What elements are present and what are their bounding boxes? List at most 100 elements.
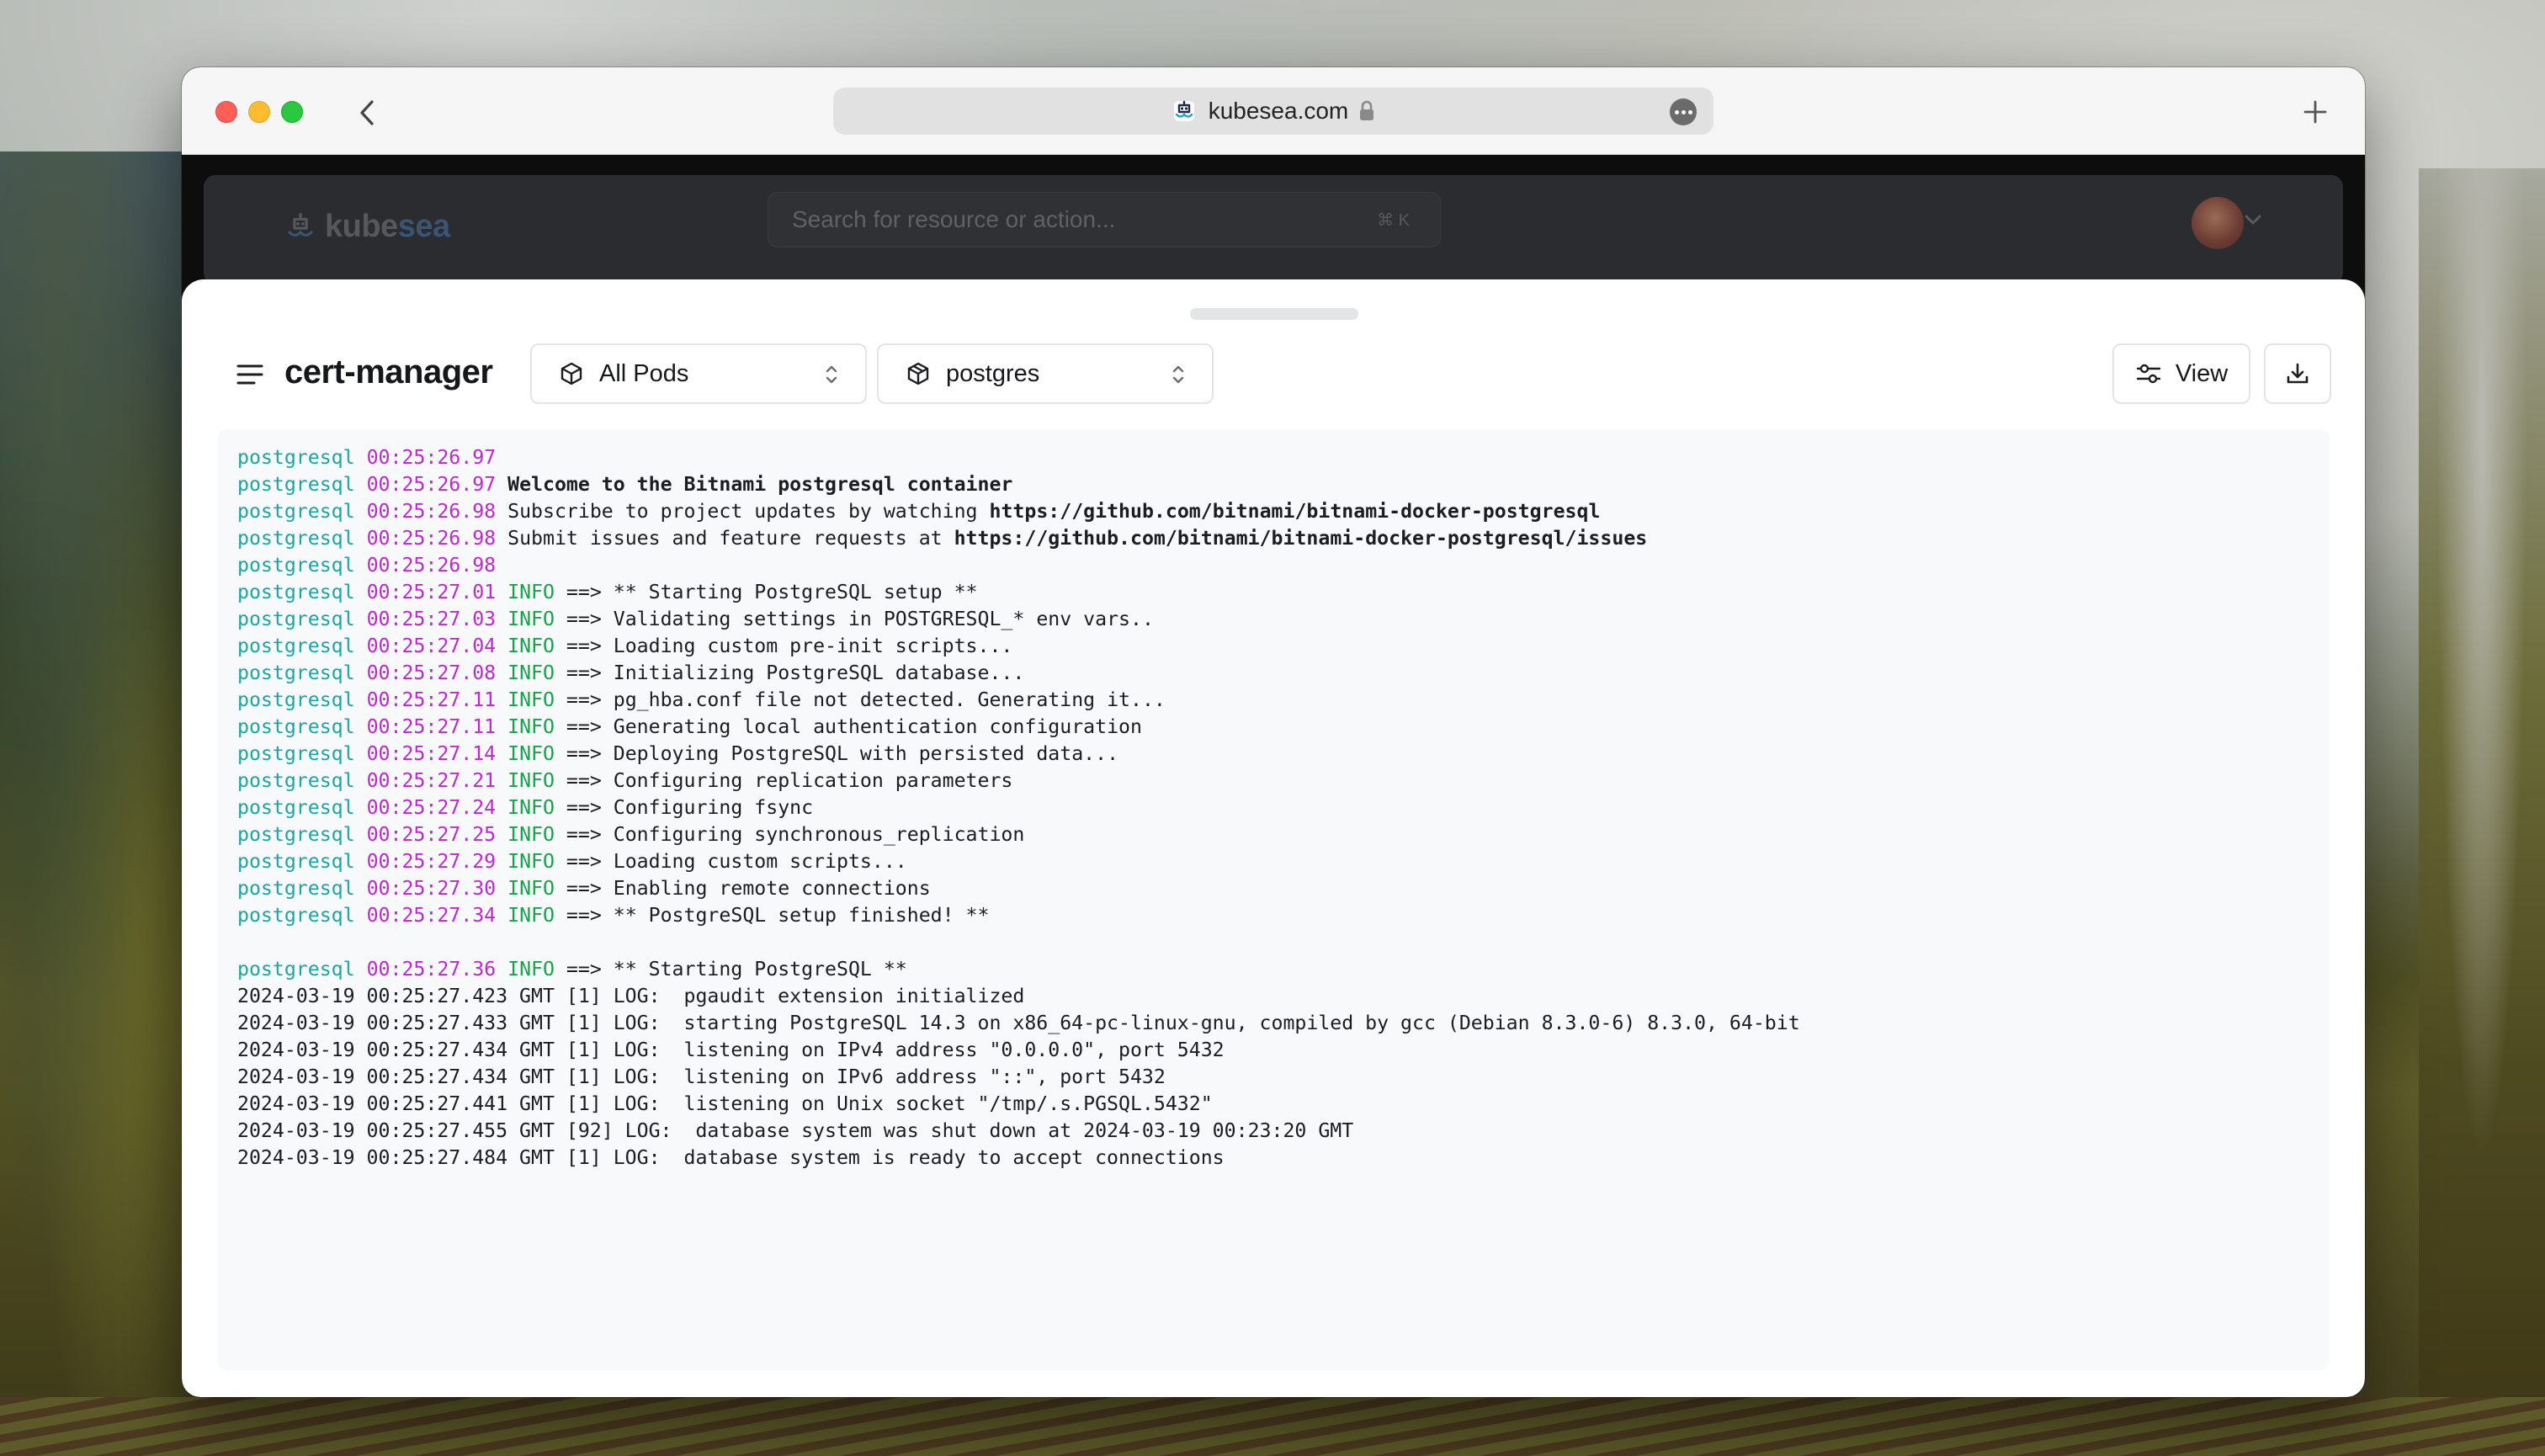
namespace-title: cert-manager (284, 353, 493, 391)
browser-window: kubesea.com kubesea Search for resource … (182, 67, 2365, 1397)
log-pod: postgresql (237, 877, 355, 900)
minimize-window-button[interactable] (248, 101, 270, 123)
log-line: postgresql 00:25:26.98 Subscribe to proj… (237, 498, 2330, 525)
log-timestamp: 00:25:27.24 (366, 796, 497, 819)
log-level: INFO (507, 662, 555, 684)
chevron-up-down-icon (826, 365, 837, 384)
log-level: INFO (507, 742, 555, 765)
brand-logo[interactable]: kubesea (284, 209, 450, 245)
log-timestamp: 00:25:27.11 (366, 715, 497, 738)
download-button[interactable] (2264, 343, 2331, 404)
log-line: postgresql 00:25:27.25 INFO ==> Configur… (237, 821, 2330, 848)
log-message: ==> pg_hba.conf file not detected. Gener… (554, 688, 1166, 711)
log-line: 2024-03-19 00:25:27.455 GMT [92] LOG: da… (237, 1118, 2330, 1145)
log-line: 2024-03-19 00:25:27.434 GMT [1] LOG: lis… (237, 1037, 2330, 1064)
log-level: INFO (507, 635, 555, 657)
log-pod: postgresql (237, 904, 355, 927)
log-raw: 2024-03-19 00:25:27.433 GMT [1] LOG: sta… (237, 1012, 1800, 1034)
view-button-label: View (2175, 359, 2229, 387)
chevron-down-icon[interactable] (2244, 214, 2262, 226)
kubesea-favicon-icon (1170, 97, 1198, 125)
log-link: https://github.com/bitnami/bitnami-docke… (989, 500, 1601, 523)
log-line: postgresql 00:25:27.34 INFO ==> ** Postg… (237, 902, 2330, 929)
log-pod: postgresql (237, 823, 355, 846)
log-line: 2024-03-19 00:25:27.484 GMT [1] LOG: dat… (237, 1145, 2330, 1172)
log-message: ==> Configuring fsync (554, 796, 814, 819)
log-output[interactable]: postgresql 00:25:26.97 postgresql 00:25:2… (217, 429, 2330, 1370)
brand-prefix: kube (325, 209, 398, 244)
chevron-up-down-icon (1172, 365, 1184, 384)
logs-toolbar: cert-manager All Pods postgres View (182, 343, 2365, 406)
log-line: 2024-03-19 00:25:27.423 GMT [1] LOG: pga… (237, 983, 2330, 1010)
log-message: ==> ** PostgreSQL setup finished! ** (554, 904, 990, 927)
log-timestamp: 00:25:27.04 (366, 635, 497, 657)
log-timestamp: 00:25:27.30 (366, 877, 497, 900)
log-pod: postgresql (237, 742, 355, 765)
log-message: ==> Configuring synchronous_replication (554, 823, 1025, 846)
kubesea-logo-icon (288, 212, 313, 236)
log-timestamp: 00:25:27.25 (366, 823, 497, 846)
log-level: INFO (507, 715, 555, 738)
menu-icon (236, 364, 263, 385)
brand-suffix: sea (397, 209, 450, 244)
log-pod: postgresql (237, 554, 355, 577)
log-level: INFO (507, 850, 555, 873)
sheet-grabber[interactable] (1190, 308, 1358, 320)
log-level: INFO (507, 823, 555, 846)
log-pod: postgresql (237, 500, 355, 523)
wallpaper-left (0, 151, 194, 1456)
cube-icon (561, 362, 582, 385)
log-line: postgresql 00:25:27.01 INFO ==> ** Start… (237, 579, 2330, 606)
back-button[interactable] (347, 93, 387, 133)
container-select[interactable]: postgres (877, 343, 1214, 404)
container-icon (907, 362, 929, 385)
log-line: postgresql 00:25:27.04 INFO ==> Loading … (237, 633, 2330, 660)
log-level: INFO (507, 769, 555, 792)
view-button[interactable]: View (2112, 343, 2250, 404)
log-line: postgresql 00:25:26.98 (237, 552, 2330, 579)
log-pod: postgresql (237, 608, 355, 630)
close-window-button[interactable] (215, 101, 237, 123)
pods-select[interactable]: All Pods (530, 343, 867, 404)
more-options-icon[interactable] (1670, 98, 1697, 125)
log-level: INFO (507, 958, 555, 980)
search-input[interactable]: Search for resource or action... ⌘ K (768, 192, 1441, 247)
log-message: ==> ** Starting PostgreSQL setup ** (554, 581, 978, 603)
log-timestamp: 00:25:27.21 (366, 769, 497, 792)
log-message: Welcome to the Bitnami postgresql contai… (507, 473, 1013, 496)
log-message: ==> Initializing PostgreSQL database... (554, 662, 1025, 684)
log-pod: postgresql (237, 958, 355, 980)
new-tab-button[interactable] (2296, 93, 2335, 131)
log-message: ==> Loading custom pre-init scripts... (554, 635, 1013, 657)
log-level: INFO (507, 904, 555, 927)
log-pod: postgresql (237, 473, 355, 496)
log-message: Submit issues and feature requests at (507, 527, 954, 550)
address-bar[interactable]: kubesea.com (833, 88, 1713, 135)
logs-sheet: cert-manager All Pods postgres View post… (182, 279, 2365, 1397)
log-timestamp: 00:25:27.29 (366, 850, 497, 873)
log-message: ==> ** Starting PostgreSQL ** (554, 958, 907, 980)
log-timestamp: 00:25:27.01 (366, 581, 497, 603)
sliders-icon (2136, 364, 2161, 384)
search-placeholder: Search for resource or action... (792, 206, 1116, 232)
log-pod: postgresql (237, 688, 355, 711)
menu-button[interactable] (234, 359, 266, 391)
search-shortcut: ⌘ K (1377, 211, 1410, 230)
log-raw: 2024-03-19 00:25:27.441 GMT [1] LOG: lis… (237, 1092, 1213, 1115)
log-timestamp: 00:25:26.98 (366, 554, 497, 577)
log-message: ==> Configuring replication parameters (554, 769, 1013, 792)
log-raw: 2024-03-19 00:25:27.434 GMT [1] LOG: lis… (237, 1065, 1166, 1088)
log-pod: postgresql (237, 581, 355, 603)
log-pod: postgresql (237, 446, 355, 469)
log-line: postgresql 00:25:26.97 (237, 444, 2330, 471)
log-line: postgresql 00:25:27.36 INFO ==> ** Start… (237, 956, 2330, 983)
log-timestamp: 00:25:27.14 (366, 742, 497, 765)
log-pod: postgresql (237, 769, 355, 792)
app-header: kubesea Search for resource or action...… (204, 175, 2343, 284)
avatar[interactable] (2192, 197, 2244, 249)
zoom-window-button[interactable] (281, 101, 303, 123)
log-timestamp: 00:25:27.11 (366, 688, 497, 711)
log-message: ==> Deploying PostgreSQL with persisted … (554, 742, 1119, 765)
log-line: postgresql 00:25:27.14 INFO ==> Deployin… (237, 741, 2330, 768)
